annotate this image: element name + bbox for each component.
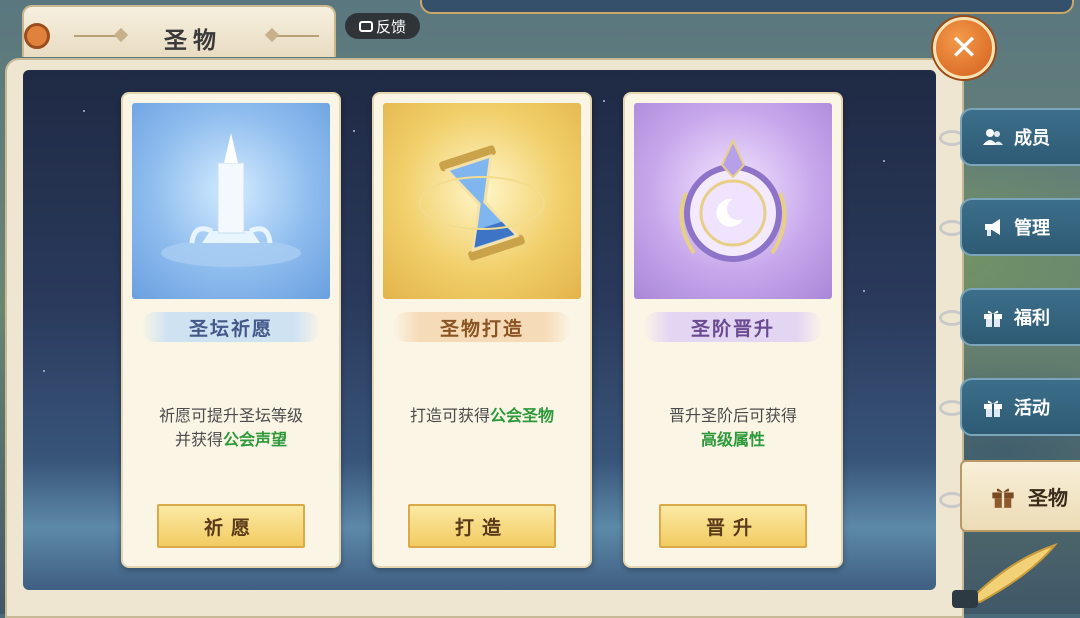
top-resource-bar [420,0,1074,14]
sidebar-item-benefits[interactable]: 福利 [960,288,1080,346]
sidebar-item-label: 圣物 [1028,485,1068,510]
card-title: 圣阶晋升 [643,312,823,342]
page-title: 圣物 [164,28,222,54]
members-icon [983,129,1003,145]
chat-icon [358,20,373,32]
sidebar-item-relics[interactable]: 圣物 [960,460,1080,532]
close-icon: ✕ [949,28,979,68]
pray-button[interactable]: 祈愿 [157,504,305,548]
hourglass-icon [383,103,581,299]
title-tab: 圣物 [22,5,336,57]
feedback-label: 反馈 [375,17,406,36]
card-rank-upgrade: 圣阶晋升 晋升圣阶后可获得 高级属性 晋升 [623,92,843,568]
gift-icon [984,310,1002,327]
sidebar-item-label: 管理 [1014,218,1050,239]
upgrade-button[interactable]: 晋升 [659,504,807,548]
title-ornament-left [74,35,124,37]
card-description: 打造可获得公会圣物 [409,406,555,425]
content-panel: 圣坛祈愿 祈愿可提升圣坛等级 并获得公会声望 祈愿 圣物打造 打造可获得公会圣物… [23,70,936,590]
card-altar-prayer: 圣坛祈愿 祈愿可提升圣坛等级 并获得公会声望 祈愿 [121,92,341,568]
sidebar-item-label: 福利 [1014,308,1050,329]
title-ornament-right [269,35,319,37]
sidebar-item-manage[interactable]: 管理 [960,198,1080,256]
sidebar-item-label: 成员 [1014,128,1050,149]
feedback-button[interactable]: 反馈 [345,13,420,39]
card-description: 晋升圣阶后可获得 高级属性 [668,406,797,449]
card-relic-forge: 圣物打造 打造可获得公会圣物 打造 [372,92,592,568]
megaphone-icon [985,219,1000,236]
card-description: 祈愿可提升圣坛等级 并获得公会声望 [158,406,303,449]
gift-icon [984,400,1002,417]
sidebar-item-members[interactable]: 成员 [960,108,1080,166]
hook-ornament [24,23,50,49]
sidebar-item-events[interactable]: 活动 [960,378,1080,436]
card-title: 圣坛祈愿 [141,312,321,342]
gift-icon [992,488,1014,508]
close-button[interactable]: ✕ [933,17,995,79]
altar-icon [132,103,330,299]
emblem-icon [634,103,832,299]
quill-icon [952,542,1059,608]
sidebar-item-label: 活动 [1014,398,1050,419]
card-title: 圣物打造 [392,312,572,342]
forge-button[interactable]: 打造 [408,504,556,548]
